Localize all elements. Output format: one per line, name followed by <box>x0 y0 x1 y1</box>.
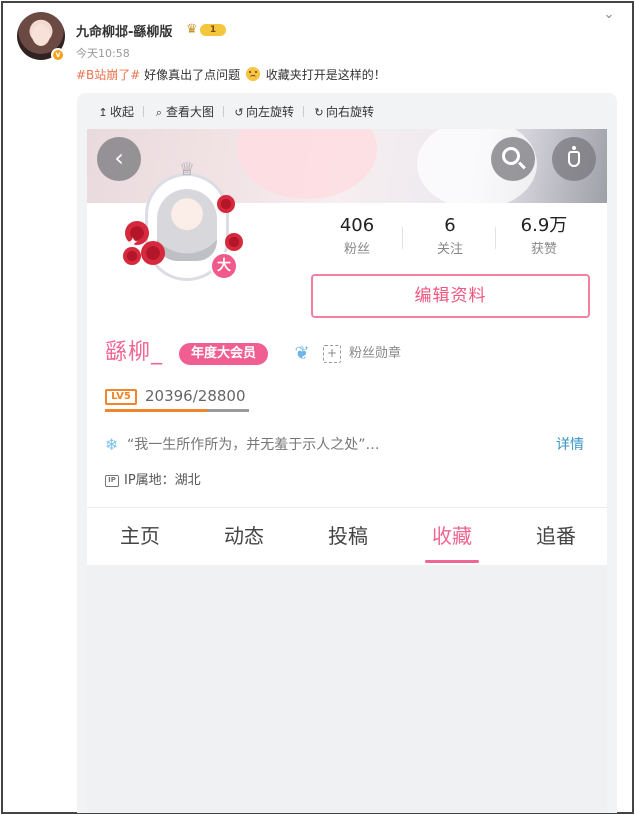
vip-tag[interactable]: 年度大会员 <box>179 343 269 365</box>
more-icon[interactable] <box>552 137 596 181</box>
profile-avatar[interactable]: ♕ ✦ 大 <box>117 161 247 291</box>
ip-icon: IP <box>105 475 119 487</box>
vip-avatar-badge: 大 <box>210 252 238 280</box>
exp-text: 20396/28800 <box>145 387 246 405</box>
fans-medal-label[interactable]: 粉丝勋章 <box>349 345 401 363</box>
screenshot-image[interactable]: ‹ ♕ ✦ 大 406 粉丝 6 关注 6.9万 获赞 编辑资料 繇柳_ 年度大… <box>87 129 607 813</box>
avatar-crown-icon: ♕ <box>178 159 196 180</box>
tab-favorites[interactable]: 收藏 <box>412 522 492 550</box>
post-time[interactable]: 今天10:58 <box>76 45 130 61</box>
fans-medal-icon[interactable]: + <box>323 345 341 363</box>
view-large-button[interactable]: ⌕ 查看大图 <box>153 104 214 120</box>
stat-following[interactable]: 6 关注 <box>410 215 490 261</box>
collapse-button[interactable]: ↥ 收起 <box>97 104 134 120</box>
post-text-part1: 好像真出了点问题 <box>140 68 244 82</box>
rotate-left-button[interactable]: ↺ 向左旋转 <box>233 104 294 120</box>
hashtag-link[interactable]: #B站崩了# <box>76 68 140 82</box>
profile-name: 繇柳_ <box>105 340 164 365</box>
level-badge: LV5 <box>105 389 137 405</box>
chevron-down-icon[interactable]: ⌄ <box>602 8 616 22</box>
search-icon[interactable] <box>491 137 535 181</box>
member-level-number: 1 <box>200 24 226 36</box>
tab-bangumi[interactable]: 追番 <box>516 522 596 550</box>
profile-tabs: 主页 动态 投稿 收藏 追番 <box>87 507 607 565</box>
sparkle-icon: ✦ <box>127 235 139 251</box>
edit-profile-button[interactable]: 编辑资料 <box>311 274 590 318</box>
ip-location: IP属地：湖北 <box>124 473 201 488</box>
profile-card: ♕ ✦ 大 406 粉丝 6 关注 6.9万 获赞 编辑资料 繇柳_ 年度大会员… <box>87 161 607 507</box>
search-zoom-icon: ⌕ <box>155 106 163 119</box>
post-username[interactable]: 九命柳邶-繇柳版 <box>76 21 172 40</box>
exp-progress-bar <box>105 409 249 412</box>
member-level-badge: ♛ 1 <box>186 22 226 37</box>
snowflake-icon: ❄ <box>105 435 119 454</box>
post-text: #B站崩了# 好像真出了点问题 收藏夹打开是这样的！ <box>76 66 386 83</box>
tab-submissions[interactable]: 投稿 <box>308 522 388 550</box>
rotate-left-icon: ↺ <box>234 106 244 119</box>
medal-icon[interactable]: ❦ <box>291 343 313 365</box>
stat-fans[interactable]: 406 粉丝 <box>317 215 397 261</box>
sad-emoji-icon <box>245 67 260 81</box>
rotate-right-button[interactable]: ↻ 向右旋转 <box>313 104 374 120</box>
tab-dynamic[interactable]: 动态 <box>204 522 284 550</box>
tab-home[interactable]: 主页 <box>100 522 180 550</box>
rotate-right-icon: ↻ <box>314 106 324 119</box>
image-toolbar: ↥ 收起 ⌕ 查看大图 ↺ 向左旋转 ↻ 向右旋转 <box>77 93 617 129</box>
signature: “我一生所作所为，并无羞于示人之处”… <box>127 437 380 453</box>
detail-link[interactable]: 详情 <box>556 435 584 455</box>
image-viewer: ↥ 收起 ⌕ 查看大图 ↺ 向左旋转 ↻ 向右旋转 ‹ ♕ ✦ 大 406 粉丝… <box>77 93 617 813</box>
post-text-part2: 收藏夹打开是这样的！ <box>261 68 386 82</box>
stat-likes[interactable]: 6.9万 获赞 <box>504 215 584 261</box>
collapse-icon: ↥ <box>98 106 108 119</box>
active-tab-indicator <box>425 560 479 563</box>
verified-badge-icon: v <box>51 48 65 62</box>
